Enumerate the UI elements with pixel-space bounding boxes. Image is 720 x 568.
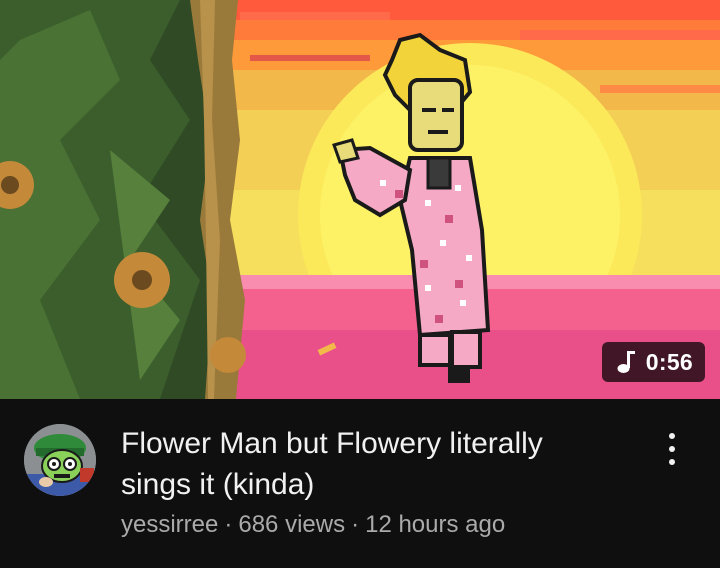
- upload-time: 12 hours ago: [365, 511, 506, 538]
- separator-dot: ·: [224, 511, 233, 538]
- menu-dot: [669, 446, 675, 452]
- menu-dot: [669, 459, 675, 465]
- video-subtitle: yessirree · 686 views · 12 hours ago: [121, 511, 505, 539]
- channel-name[interactable]: yessirree: [121, 511, 218, 538]
- video-meta: Flower Man but Flowery literally sings i…: [0, 399, 720, 568]
- video-card[interactable]: 0:56 Flower Man but Flowery literally si…: [0, 0, 720, 568]
- duration-badge: 0:56: [601, 342, 705, 382]
- video-title[interactable]: Flower Man but Flowery literally sings i…: [121, 423, 621, 505]
- avatar-image: [24, 424, 96, 496]
- video-thumbnail[interactable]: 0:56: [0, 0, 720, 399]
- menu-dot: [669, 433, 675, 439]
- music-note-icon: [617, 351, 635, 373]
- duration-text: 0:56: [645, 348, 693, 375]
- thumbnail-art: [0, 0, 720, 399]
- channel-avatar[interactable]: [24, 424, 96, 496]
- view-count: 686 views: [238, 511, 346, 538]
- more-vert-icon[interactable]: [660, 429, 684, 469]
- separator-dot: ·: [351, 511, 360, 538]
